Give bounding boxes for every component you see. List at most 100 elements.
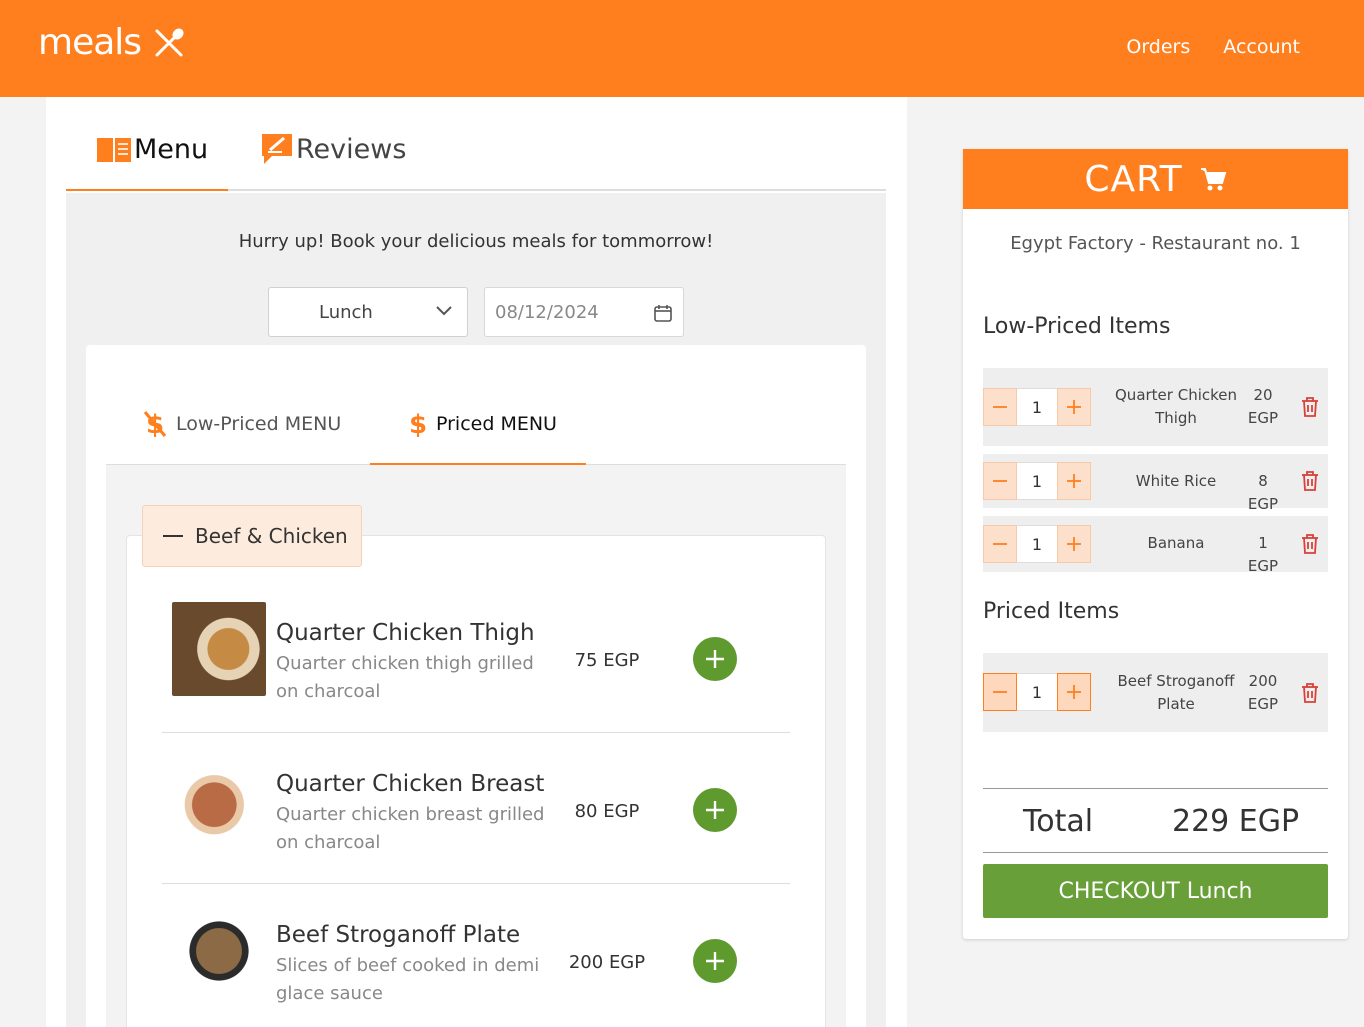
add-item-button[interactable] [693, 939, 737, 983]
restaurant-name: Egypt Factory - Restaurant no. 1 [1010, 233, 1301, 254]
category-toggle[interactable]: Beef & Chicken [142, 505, 362, 567]
tab-reviews[interactable]: Reviews [260, 127, 406, 171]
increase-button[interactable] [1057, 388, 1091, 426]
quantity-value[interactable]: 1 [1017, 462, 1057, 500]
cart-item: 1 Banana 1 EGP [983, 516, 1328, 575]
minus-icon [993, 406, 1007, 408]
trash-icon[interactable] [1300, 396, 1320, 418]
top-navbar: meals Orders Account [0, 0, 1364, 97]
add-item-button[interactable] [693, 637, 737, 681]
decrease-button[interactable] [983, 525, 1017, 563]
cart-panel: CART Egypt Factory - Restaurant no. 1 Lo… [963, 149, 1348, 939]
tab-priced-label: Priced MENU [436, 413, 557, 435]
priced-section-title: Priced Items [983, 599, 1120, 624]
cart-item: 1 White Rice 8 EGP [983, 454, 1328, 513]
cart-item-price: 8 EGP [1247, 472, 1279, 513]
chevron-down-icon [436, 306, 452, 316]
menu-list-area: Quarter Chicken Thigh Quarter chicken th… [106, 465, 846, 1027]
low-priced-section-title: Low-Priced Items [983, 314, 1171, 339]
review-edit-icon [262, 134, 292, 164]
tab-reviews-label: Reviews [296, 133, 407, 165]
minus-icon [993, 543, 1007, 545]
cart-item-name: Beef Stroganoff Plate [1117, 672, 1235, 713]
logo[interactable]: meals [38, 22, 185, 63]
total-divider-top [983, 788, 1328, 789]
date-value: 08/12/2024 [495, 301, 599, 323]
increase-button[interactable] [1057, 462, 1091, 500]
beef-stroganoff-photo [172, 904, 266, 998]
increase-button[interactable] [1057, 525, 1091, 563]
quantity-stepper: 1 [983, 388, 1091, 426]
add-item-button[interactable] [693, 788, 737, 832]
date-input[interactable]: 08/12/2024 [484, 287, 684, 337]
quantity-stepper: 1 [983, 673, 1091, 711]
book-icon [97, 138, 131, 162]
shopping-cart-icon [1200, 168, 1226, 191]
item-name: Quarter Chicken Breast [276, 771, 545, 797]
decrease-button[interactable] [983, 462, 1017, 500]
dollar-icon: $ [409, 410, 427, 439]
trash-icon[interactable] [1300, 682, 1320, 704]
category-panel: Quarter Chicken Thigh Quarter chicken th… [126, 535, 826, 1027]
cart-item: 1 Beef Stroganoff Plate 200 EGP [983, 653, 1328, 732]
minus-icon [993, 480, 1007, 482]
increase-button[interactable] [1057, 673, 1091, 711]
plus-icon [1067, 685, 1081, 699]
cart-item-price: 200 EGP [1247, 672, 1279, 713]
cart-item-name: Banana [1147, 534, 1205, 552]
nav-links: Orders Account [1126, 36, 1300, 58]
total-value: 229 EGP [1172, 804, 1300, 839]
meal-type-value: Lunch [319, 301, 373, 323]
checkout-button[interactable]: CHECKOUT Lunch [983, 864, 1328, 918]
quantity-value[interactable]: 1 [1017, 525, 1057, 563]
item-price: 80 EGP [574, 801, 640, 822]
chicken-breast-photo [172, 753, 266, 847]
cart-title: CART [1084, 158, 1183, 200]
item-description: Quarter chicken thigh grilled on charcoa… [276, 653, 534, 702]
collapse-icon [163, 535, 183, 537]
quantity-value[interactable]: 1 [1017, 388, 1057, 426]
plus-icon [1067, 474, 1081, 488]
no-dollar-icon: $ [143, 410, 167, 439]
trash-icon[interactable] [1300, 533, 1320, 555]
menu-sub-tabs: $ Low-Priced MENU $ Priced MENU [106, 389, 846, 465]
quantity-stepper: 1 [983, 462, 1091, 500]
calendar-icon[interactable] [653, 303, 673, 323]
booking-message: Hurry up! Book your delicious meals for … [238, 231, 714, 252]
cart-item: 1 Quarter Chicken Thigh 20 EGP [983, 368, 1328, 446]
logo-text: meals [38, 22, 142, 63]
main-tabs: Menu Reviews [66, 97, 886, 191]
item-description: Quarter chicken breast grilled on charco… [276, 804, 545, 853]
tab-menu[interactable]: Menu [96, 127, 208, 171]
menu-card: $ Low-Priced MENU $ Priced MENU [86, 345, 866, 1027]
menu-item: Beef Stroganoff Plate Slices of beef coo… [162, 884, 790, 1024]
category-name: Beef & Chicken [195, 524, 348, 548]
total-divider-bottom [983, 852, 1328, 853]
total-label: Total [1023, 804, 1094, 839]
cart-item-name: Quarter Chicken Thigh [1115, 386, 1237, 427]
tab-low-priced-label: Low-Priced MENU [176, 413, 342, 435]
trash-icon[interactable] [1300, 470, 1320, 492]
decrease-button[interactable] [983, 388, 1017, 426]
tab-low-priced-menu[interactable]: $ Low-Priced MENU [142, 407, 341, 441]
tab-menu-label: Menu [134, 133, 209, 165]
plus-icon [706, 650, 724, 668]
tab-priced-menu[interactable]: $ Priced MENU [408, 407, 557, 441]
plus-icon [1067, 400, 1081, 414]
cart-header: CART [963, 149, 1348, 209]
menu-item: Quarter Chicken Thigh Quarter chicken th… [162, 582, 790, 733]
meal-type-select[interactable]: Lunch [268, 287, 468, 337]
decrease-button[interactable] [983, 673, 1017, 711]
plus-icon [706, 801, 724, 819]
quantity-value[interactable]: 1 [1017, 673, 1057, 711]
nav-orders-link[interactable]: Orders [1126, 36, 1190, 58]
chicken-thigh-photo [172, 602, 266, 696]
fork-knife-icon [155, 27, 184, 56]
cart-item-price: 20 EGP [1247, 386, 1279, 427]
item-price: 200 EGP [568, 952, 646, 973]
nav-account-link[interactable]: Account [1223, 36, 1300, 58]
cart-item-price: 1 EGP [1247, 534, 1279, 575]
item-name: Quarter Chicken Thigh [276, 620, 535, 646]
minus-icon [993, 691, 1007, 693]
item-price: 75 EGP [574, 650, 640, 671]
